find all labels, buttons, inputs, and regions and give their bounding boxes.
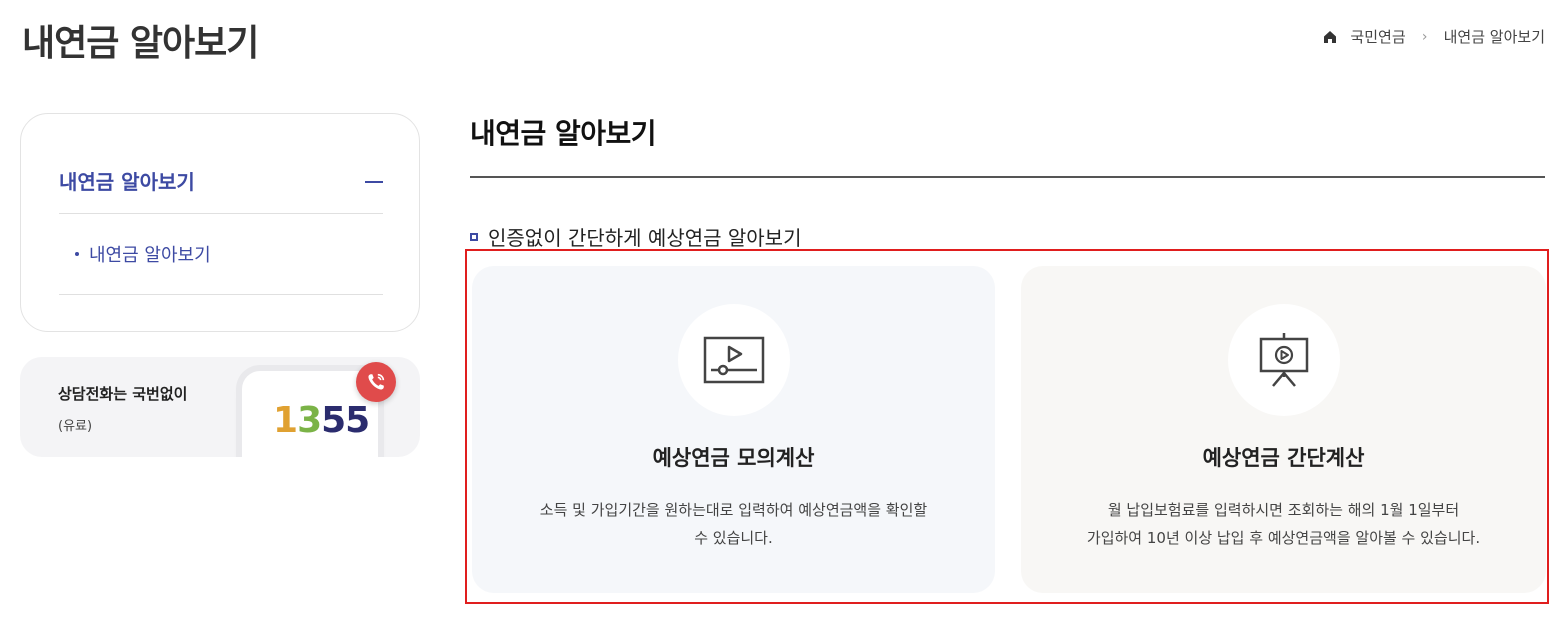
section-title: 내연금 알아보기: [470, 117, 657, 150]
page-title: 내연금 알아보기: [22, 23, 259, 64]
bullet-icon: [75, 252, 79, 256]
call-center-label: 상담전화는 국번없이: [58, 385, 188, 403]
breadcrumb: 국민연금 › 내연금 알아보기: [1322, 26, 1545, 47]
call-center-banner[interactable]: 상담전화는 국번없이 (유료) 1355: [20, 357, 420, 457]
breadcrumb-separator-icon: ›: [1421, 28, 1428, 45]
presentation-board-icon: [1227, 304, 1340, 416]
simulation-calc-card[interactable]: 예상연금 모의계산 소득 및 가입기간을 원하는대로 입력하여 예상연금액을 확…: [472, 266, 995, 593]
sidebar-menu-title: 내연금 알아보기: [59, 170, 195, 194]
sidebar-menu: 내연금 알아보기 내연금 알아보기: [20, 113, 420, 332]
breadcrumb-item-nps[interactable]: 국민연금: [1350, 26, 1405, 47]
breadcrumb-item-current[interactable]: 내연금 알아보기: [1444, 26, 1545, 47]
sidebar-item-my-pension[interactable]: 내연금 알아보기: [59, 214, 383, 295]
card-title: 예상연금 모의계산: [652, 446, 815, 470]
card-title: 예상연금 간단계산: [1202, 446, 1365, 470]
collapse-minus-icon[interactable]: [365, 181, 383, 183]
section-divider: [470, 176, 1545, 178]
home-icon[interactable]: [1322, 29, 1338, 45]
video-play-icon: [677, 304, 790, 416]
subheading: 인증없이 간단하게 예상연금 알아보기: [470, 222, 801, 251]
card-description: 소득 및 가입기간을 원하는대로 입력하여 예상연금액을 확인할 수 있습니다.: [539, 501, 928, 547]
card-description: 월 납입보험료를 입력하시면 조회하는 해의 1월 1일부터 가입하여 10년 …: [1086, 501, 1481, 547]
phone-call-icon: [356, 362, 396, 402]
sidebar-item-label: 내연금 알아보기: [89, 245, 211, 266]
sidebar-menu-header[interactable]: 내연금 알아보기: [59, 166, 383, 214]
simple-calc-card[interactable]: 예상연금 간단계산 월 납입보험료를 입력하시면 조회하는 해의 1월 1일부터…: [1021, 266, 1546, 593]
call-center-note: (유료): [58, 419, 93, 434]
call-center-number: 1355: [273, 400, 370, 441]
square-bullet-icon: [470, 232, 478, 241]
subheading-text: 인증없이 간단하게 예상연금 알아보기: [488, 226, 802, 250]
